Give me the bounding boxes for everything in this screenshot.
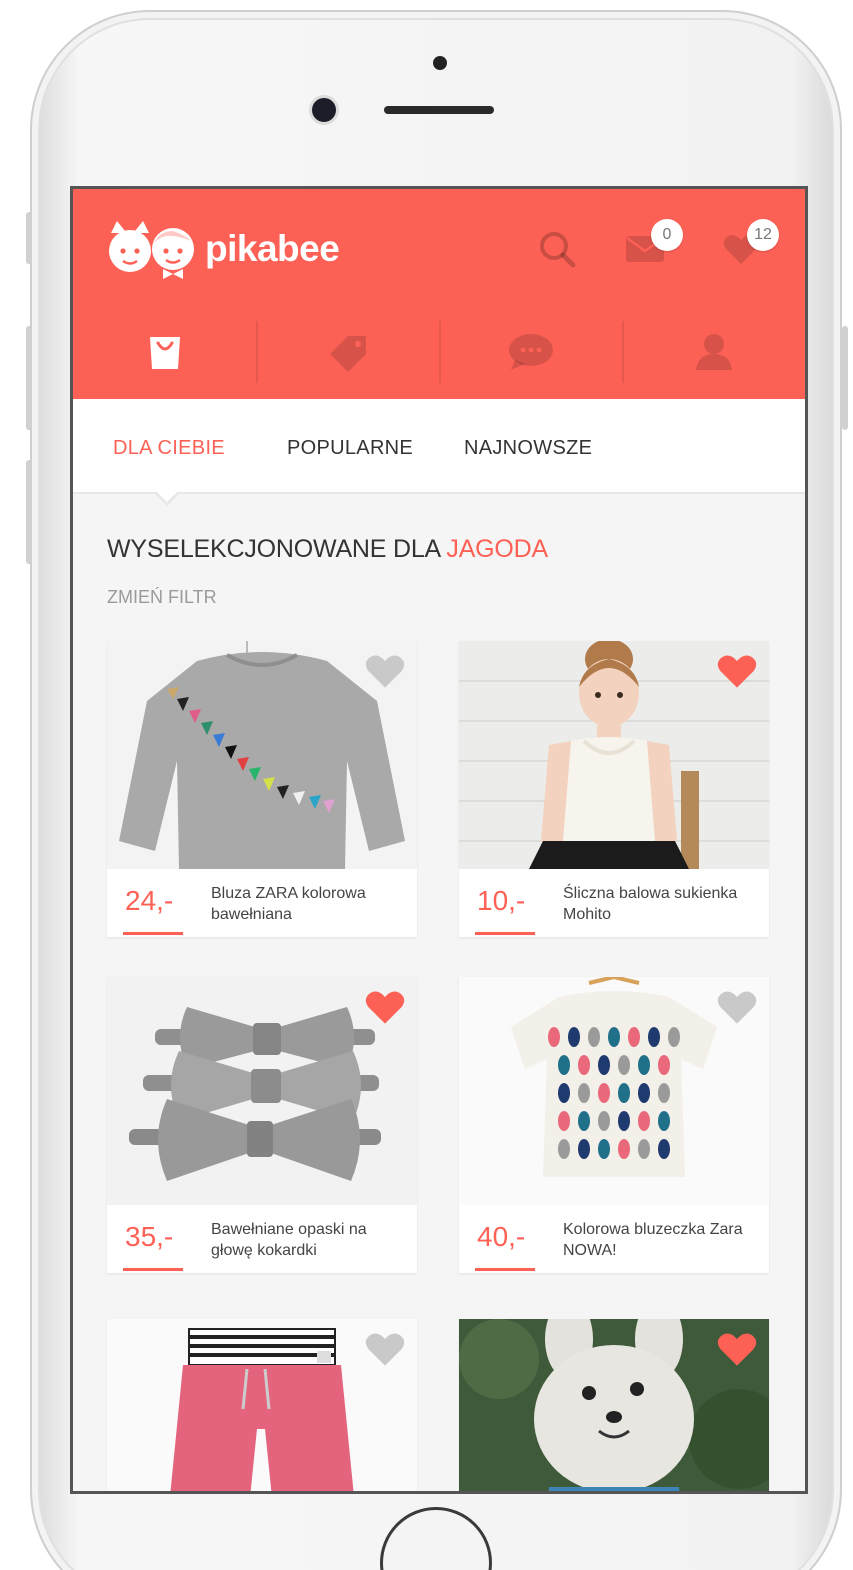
product-info: 10,- Śliczna balowa sukienka Mohito: [459, 869, 769, 937]
product-card[interactable]: 35,- Bawełniane opaski na głowę kokardki: [107, 977, 417, 1273]
favorites-button[interactable]: 12: [717, 219, 779, 271]
favorite-heart-icon[interactable]: [717, 989, 757, 1025]
search-button[interactable]: [533, 227, 581, 271]
proximity-sensor: [433, 56, 447, 70]
price-underline: [123, 1268, 183, 1271]
logo-text: pikabee: [205, 228, 340, 269]
favorite-heart-icon[interactable]: [365, 989, 405, 1025]
product-title[interactable]: Kolorowa bluzeczka Zara NOWA!: [563, 1219, 758, 1261]
earpiece-speaker: [384, 106, 494, 114]
product-card[interactable]: 10,- Śliczna balowa sukienka Mohito: [459, 641, 769, 937]
price-underline: [475, 1268, 535, 1271]
volume-up-button: [26, 326, 32, 430]
tab-shop[interactable]: [73, 321, 256, 383]
product-card[interactable]: [107, 1319, 417, 1491]
tab-sell[interactable]: [256, 321, 439, 383]
mute-switch: [26, 212, 32, 264]
subtab-pointer-fill: [155, 490, 179, 502]
product-image[interactable]: [459, 977, 769, 1205]
shopping-bag-icon: [149, 337, 180, 369]
messages-badge: 0: [651, 219, 683, 251]
user-icon: [695, 334, 732, 370]
subtab-bar: DLA CIEBIE POPULARNE NAJNOWSZE: [73, 399, 805, 494]
favorite-heart-icon[interactable]: [717, 653, 757, 689]
favorite-heart-icon[interactable]: [365, 1331, 405, 1367]
product-price: 24,-: [125, 885, 174, 916]
app-header: pikabee 0 12: [73, 189, 805, 399]
product-card[interactable]: [459, 1319, 769, 1491]
tab-profile[interactable]: [622, 321, 805, 383]
tab-chat[interactable]: [439, 321, 622, 383]
product-card[interactable]: 40,- Kolorowa bluzeczka Zara NOWA!: [459, 977, 769, 1273]
product-title[interactable]: Śliczna balowa sukienka Mohito: [563, 883, 758, 925]
subtab-newest[interactable]: NAJNOWSZE: [464, 437, 592, 460]
product-card[interactable]: 24,- Bluza ZARA kolorowa bawełniana: [107, 641, 417, 937]
product-price: 35,-: [125, 1221, 174, 1252]
price-underline: [123, 932, 183, 935]
section-title-text: WYSELEKCJONOWANE DLA: [107, 535, 447, 563]
messages-button[interactable]: 0: [621, 219, 683, 271]
favorite-heart-icon[interactable]: [717, 1331, 757, 1367]
product-image[interactable]: [107, 977, 417, 1205]
subtab-popular[interactable]: POPULARNE: [287, 437, 413, 460]
product-image[interactable]: [459, 1319, 769, 1491]
product-info: 35,- Bawełniane opaski na głowę kokardki: [107, 1205, 417, 1273]
volume-down-button: [26, 460, 32, 564]
app-screen: pikabee 0 12 DLA CIEBIE POPULARNE NAJNOW…: [70, 186, 808, 1494]
product-price: 10,-: [477, 885, 526, 916]
product-price: 40,-: [477, 1221, 526, 1252]
product-title[interactable]: Bawełniane opaski na głowę kokardki: [211, 1219, 406, 1261]
chat-bubble-icon: [508, 334, 553, 370]
price-underline: [475, 932, 535, 935]
product-info: 24,- Bluza ZARA kolorowa bawełniana: [107, 869, 417, 937]
product-info: 40,- Kolorowa bluzeczka Zara NOWA!: [459, 1205, 769, 1273]
favorite-heart-icon[interactable]: [365, 653, 405, 689]
product-title[interactable]: Bluza ZARA kolorowa bawełniana: [211, 883, 406, 925]
product-image[interactable]: [107, 641, 417, 869]
logo-faces-icon: [109, 221, 194, 279]
subtab-for-you[interactable]: DLA CIEBIE: [113, 437, 225, 460]
product-image[interactable]: [107, 1319, 417, 1491]
change-filter-link[interactable]: ZMIEŃ FILTR: [107, 587, 217, 608]
favorites-badge: 12: [747, 219, 779, 251]
main-nav: [73, 321, 805, 383]
front-camera: [312, 98, 336, 122]
app-logo[interactable]: pikabee: [107, 219, 340, 279]
search-icon: [540, 232, 576, 268]
section-title: WYSELEKCJONOWANE DLA JAGODA: [107, 535, 548, 564]
product-image[interactable]: [459, 641, 769, 869]
price-tag-icon: [329, 336, 366, 372]
section-user-name: JAGODA: [446, 535, 549, 563]
power-button: [842, 326, 848, 430]
